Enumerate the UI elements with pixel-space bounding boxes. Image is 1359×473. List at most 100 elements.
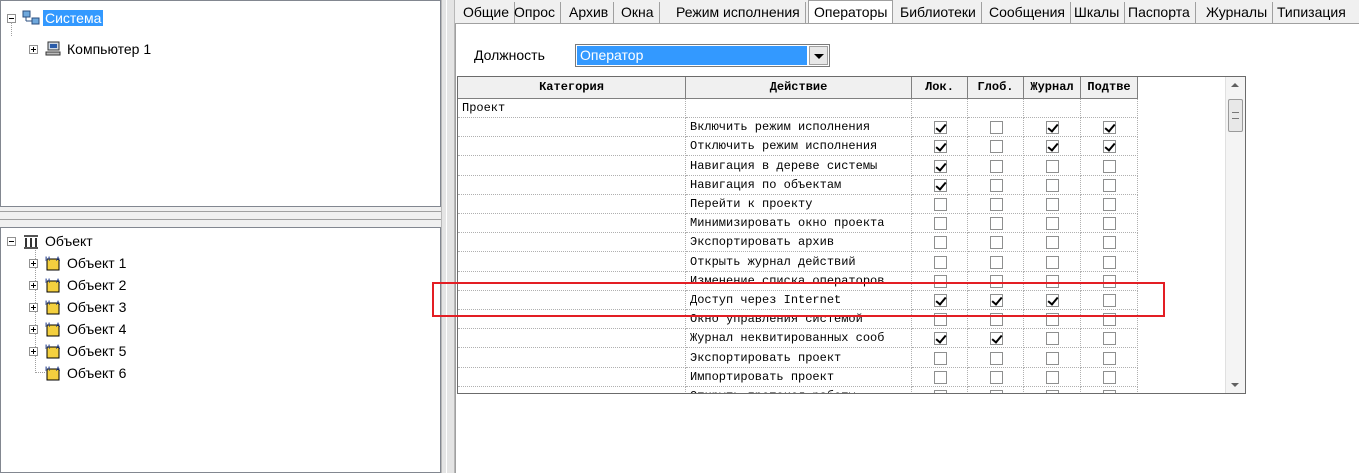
tab-typing[interactable]: Типизация <box>1272 2 1351 24</box>
role-select[interactable]: Оператор <box>575 44 830 67</box>
permission-checkbox[interactable] <box>990 198 1003 211</box>
permission-checkbox[interactable] <box>990 236 1003 249</box>
permission-checkbox[interactable] <box>990 332 1003 345</box>
permission-checkbox[interactable] <box>934 294 947 307</box>
permission-checkbox[interactable] <box>1103 313 1116 326</box>
permission-checkbox[interactable] <box>990 217 1003 230</box>
tab-windows[interactable]: Окна <box>616 2 660 24</box>
tree-node-object-6[interactable]: M A Объект 6 <box>44 363 128 383</box>
permission-checkbox[interactable] <box>990 352 1003 365</box>
permission-checkbox[interactable] <box>1103 121 1116 134</box>
permission-checkbox[interactable] <box>990 140 1003 153</box>
expand-icon[interactable] <box>29 324 38 334</box>
column-header-category[interactable]: Категория <box>458 77 686 99</box>
permission-checkbox[interactable] <box>934 236 947 249</box>
permissions-grid[interactable]: Категория Действие Лок. Глоб. Журнал Под… <box>457 76 1246 394</box>
tab-archive[interactable]: Архив <box>564 2 615 24</box>
pane-splitter-horizontal[interactable] <box>0 207 441 227</box>
permission-checkbox[interactable] <box>990 390 1003 393</box>
permission-checkbox[interactable] <box>1103 140 1116 153</box>
tab-run-mode[interactable]: Режим исполнения <box>671 2 806 24</box>
expand-icon[interactable] <box>29 302 38 312</box>
permission-checkbox[interactable] <box>1103 256 1116 269</box>
permission-checkbox[interactable] <box>1103 352 1116 365</box>
tab-general[interactable]: Общие <box>458 2 516 24</box>
permission-checkbox[interactable] <box>990 179 1003 192</box>
permission-checkbox[interactable] <box>990 371 1003 384</box>
permission-checkbox[interactable] <box>1103 390 1116 393</box>
expand-icon[interactable] <box>29 44 38 54</box>
tab-polling[interactable]: Опрос <box>509 2 562 24</box>
permission-checkbox[interactable] <box>934 352 947 365</box>
permission-checkbox[interactable] <box>934 275 947 288</box>
system-tree[interactable]: Система Компьютер 1 <box>0 0 441 207</box>
permission-checkbox[interactable] <box>934 332 947 345</box>
collapse-icon[interactable] <box>7 236 16 246</box>
expand-icon[interactable] <box>29 280 38 290</box>
tree-node-object-4[interactable]: M A Объект 4 <box>29 319 128 339</box>
tab-scales[interactable]: Шкалы <box>1069 2 1126 24</box>
permission-checkbox[interactable] <box>1046 332 1059 345</box>
tree-node-object-2[interactable]: M A Объект 2 <box>29 275 128 295</box>
column-header-action[interactable]: Действие <box>686 77 912 99</box>
permission-checkbox[interactable] <box>1046 313 1059 326</box>
permission-checkbox[interactable] <box>934 313 947 326</box>
permission-checkbox[interactable] <box>934 121 947 134</box>
chevron-down-icon[interactable] <box>809 46 828 65</box>
permission-checkbox[interactable] <box>1103 371 1116 384</box>
permission-checkbox[interactable] <box>990 275 1003 288</box>
permission-checkbox[interactable] <box>1046 371 1059 384</box>
column-header-confirm[interactable]: Подтве <box>1081 77 1138 99</box>
permission-checkbox[interactable] <box>1103 198 1116 211</box>
permission-checkbox[interactable] <box>1046 294 1059 307</box>
tree-node-system[interactable]: Система <box>7 8 104 28</box>
tree-node-computer[interactable]: Компьютер 1 <box>29 39 153 59</box>
permission-checkbox[interactable] <box>990 256 1003 269</box>
permission-checkbox[interactable] <box>1103 179 1116 192</box>
column-header-global[interactable]: Глоб. <box>968 77 1024 99</box>
permission-checkbox[interactable] <box>934 217 947 230</box>
permission-checkbox[interactable] <box>990 313 1003 326</box>
pane-splitter-vertical[interactable] <box>441 0 455 473</box>
permission-checkbox[interactable] <box>934 160 947 173</box>
scroll-down-icon[interactable] <box>1231 383 1239 387</box>
permission-checkbox[interactable] <box>934 198 947 211</box>
permission-checkbox[interactable] <box>1046 256 1059 269</box>
permission-checkbox[interactable] <box>1103 332 1116 345</box>
permission-checkbox[interactable] <box>1046 198 1059 211</box>
permission-checkbox[interactable] <box>934 140 947 153</box>
scroll-thumb[interactable] <box>1228 99 1243 132</box>
tab-libraries[interactable]: Библиотеки <box>895 2 982 24</box>
permission-checkbox[interactable] <box>1046 179 1059 192</box>
permission-checkbox[interactable] <box>1103 275 1116 288</box>
tab-operators[interactable]: Операторы <box>808 0 894 24</box>
object-tree[interactable]: Объект M A Объект 1 M A Объект 2 M A Объ… <box>0 227 441 473</box>
tab-passports[interactable]: Паспорта <box>1123 2 1196 24</box>
tree-node-object-5[interactable]: M A Объект 5 <box>29 341 128 361</box>
permission-checkbox[interactable] <box>990 160 1003 173</box>
permission-checkbox[interactable] <box>990 294 1003 307</box>
permission-checkbox[interactable] <box>1103 236 1116 249</box>
grid-scrollbar[interactable] <box>1225 77 1245 393</box>
permission-checkbox[interactable] <box>934 371 947 384</box>
permission-checkbox[interactable] <box>934 179 947 192</box>
expand-icon[interactable] <box>29 346 38 356</box>
permission-checkbox[interactable] <box>934 256 947 269</box>
permission-checkbox[interactable] <box>934 390 947 393</box>
tree-node-object-root[interactable]: Объект <box>7 231 95 251</box>
permission-checkbox[interactable] <box>1103 294 1116 307</box>
permission-checkbox[interactable] <box>1103 160 1116 173</box>
column-header-journal[interactable]: Журнал <box>1024 77 1081 99</box>
permission-checkbox[interactable] <box>1046 121 1059 134</box>
permission-checkbox[interactable] <box>1046 390 1059 393</box>
tab-journals[interactable]: Журналы <box>1201 2 1274 24</box>
column-header-local[interactable]: Лок. <box>912 77 968 99</box>
tree-node-object-1[interactable]: M A Объект 1 <box>29 253 128 273</box>
permission-checkbox[interactable] <box>1103 217 1116 230</box>
scroll-up-icon[interactable] <box>1231 83 1239 87</box>
permission-checkbox[interactable] <box>1046 236 1059 249</box>
permission-checkbox[interactable] <box>1046 352 1059 365</box>
tab-messages[interactable]: Сообщения <box>984 2 1071 24</box>
expand-icon[interactable] <box>29 258 38 268</box>
permission-checkbox[interactable] <box>990 121 1003 134</box>
